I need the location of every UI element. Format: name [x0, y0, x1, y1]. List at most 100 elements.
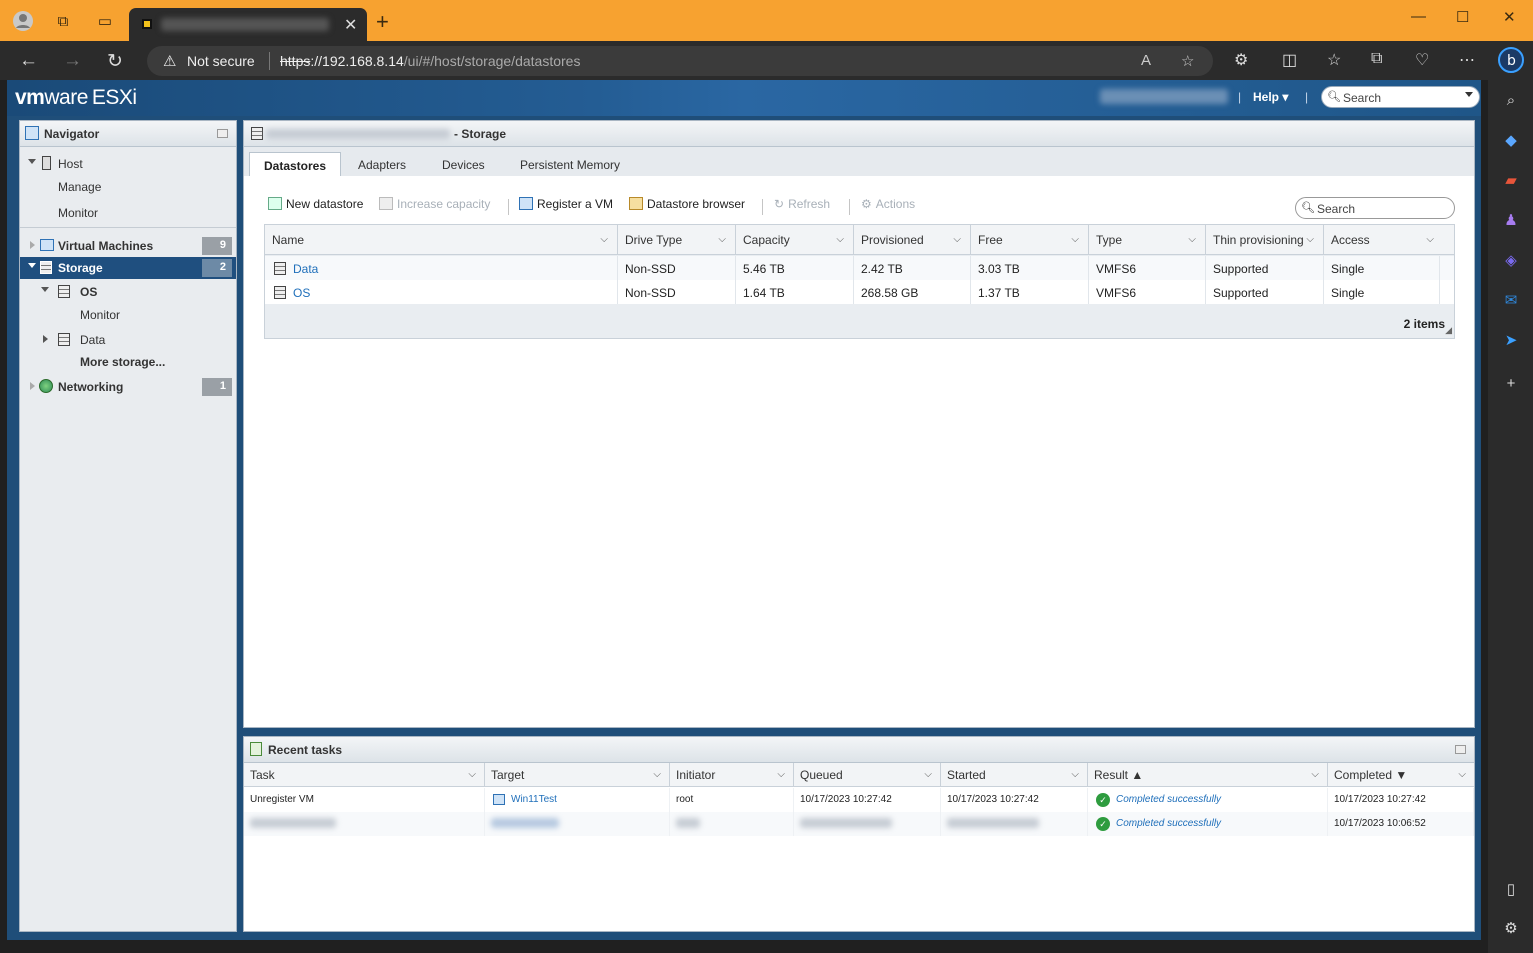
- sidebar-games-icon[interactable]: ♟: [1500, 210, 1522, 232]
- chevron-down-icon[interactable]: ⌵: [1426, 234, 1434, 245]
- resize-handle-icon[interactable]: ◢: [1445, 325, 1452, 336]
- vmware-esxi-logo[interactable]: vmware ESXi: [15, 86, 137, 110]
- bing-copilot-icon[interactable]: b: [1498, 47, 1524, 78]
- task-target-link[interactable]: Win11Test: [485, 788, 670, 812]
- column-header-queued[interactable]: Queued ⌵: [794, 763, 941, 787]
- chevron-down-icon[interactable]: ⌵: [836, 234, 844, 245]
- column-header-drive-type[interactable]: Drive Type ⌵: [618, 225, 736, 255]
- collapse-panel-icon[interactable]: [217, 129, 228, 138]
- performance-icon[interactable]: ♡: [1415, 50, 1429, 70]
- column-header-thin-provisioning[interactable]: Thin provisioning ⌵: [1206, 225, 1324, 255]
- nav-item-more-storage[interactable]: More storage...: [20, 351, 236, 373]
- column-header-provisioned[interactable]: Provisioned ⌵: [854, 225, 971, 255]
- sidebar-office-icon[interactable]: ◈: [1500, 250, 1522, 272]
- column-header-started[interactable]: Started ⌵: [941, 763, 1088, 787]
- increase-capacity-button[interactable]: Increase capacity: [379, 197, 490, 211]
- tab-devices[interactable]: Devices: [428, 152, 499, 176]
- table-row[interactable]: Data Non-SSD 5.46 TB 2.42 TB 3.03 TB VMF…: [265, 256, 1454, 280]
- chevron-down-icon[interactable]: ⌵: [1311, 769, 1319, 780]
- global-search-input[interactable]: 🔍︎ Search: [1321, 86, 1480, 108]
- nav-item-host[interactable]: Host: [20, 153, 236, 175]
- nav-item-manage[interactable]: Manage: [20, 176, 236, 198]
- workspaces-icon[interactable]: ⧉: [52, 10, 74, 32]
- browser-tab-active[interactable]: ✕: [129, 8, 367, 41]
- datastore-name-link[interactable]: OS: [265, 280, 618, 304]
- chevron-down-icon[interactable]: ⌵: [468, 769, 476, 780]
- tab-persistent-memory[interactable]: Persistent Memory: [506, 152, 634, 176]
- help-menu[interactable]: Help ▾: [1253, 90, 1288, 104]
- back-icon[interactable]: ←: [19, 50, 38, 72]
- chevron-down-icon[interactable]: ⌵: [718, 234, 726, 245]
- column-header-result[interactable]: Result ▲ ⌵: [1088, 763, 1328, 787]
- new-datastore-button[interactable]: New datastore: [268, 197, 363, 211]
- search-dropdown-icon[interactable]: [1465, 92, 1473, 97]
- read-aloud-icon[interactable]: A: [1141, 52, 1151, 69]
- favorite-star-icon[interactable]: ☆: [1181, 52, 1194, 70]
- address-bar[interactable]: ⚠ Not secure https://192.168.8.14/ui/#/h…: [147, 46, 1213, 76]
- window-close-icon[interactable]: ✕: [1503, 8, 1516, 26]
- chevron-down-icon[interactable]: ⌵: [1071, 234, 1079, 245]
- nav-item-os[interactable]: OS: [20, 281, 236, 303]
- sidebar-search-icon[interactable]: ⌕: [1500, 90, 1522, 112]
- expand-arrow-icon[interactable]: [43, 335, 48, 343]
- task-row[interactable]: ✓ Completed successfully 10/17/2023 10:06…: [244, 812, 1474, 836]
- expand-arrow-icon[interactable]: [28, 159, 36, 164]
- nav-item-monitor[interactable]: Monitor: [20, 202, 236, 224]
- task-row[interactable]: Unregister VM Win11Test root 10/17/2023 …: [244, 788, 1474, 812]
- split-screen-icon[interactable]: ◫: [1282, 50, 1297, 70]
- sidebar-tools-icon[interactable]: ▰: [1500, 170, 1522, 192]
- chevron-down-icon[interactable]: ⌵: [1458, 769, 1466, 780]
- column-header-access[interactable]: Access ⌵: [1324, 225, 1454, 255]
- tab-adapters[interactable]: Adapters: [344, 152, 420, 176]
- chevron-down-icon[interactable]: ⌵: [953, 234, 961, 245]
- datastore-browser-button[interactable]: Datastore browser: [629, 197, 745, 211]
- expand-arrow-icon[interactable]: [30, 382, 35, 390]
- column-header-type[interactable]: Type ⌵: [1089, 225, 1206, 255]
- tab-close-icon[interactable]: ✕: [344, 15, 357, 35]
- sidebar-outlook-icon[interactable]: ✉: [1500, 290, 1522, 312]
- column-header-capacity[interactable]: Capacity ⌵: [736, 225, 854, 255]
- table-row[interactable]: OS Non-SSD 1.64 TB 268.58 GB 1.37 TB VMF…: [265, 280, 1454, 304]
- column-header-task[interactable]: Task ⌵: [244, 763, 485, 787]
- forward-icon[interactable]: →: [63, 50, 82, 72]
- sidebar-shopping-icon[interactable]: ◆: [1500, 130, 1522, 152]
- chevron-down-icon[interactable]: ⌵: [924, 769, 932, 780]
- nav-item-networking[interactable]: Networking 1: [20, 376, 236, 398]
- chevron-down-icon[interactable]: ⌵: [1306, 234, 1314, 245]
- sidebar-add-icon[interactable]: +: [1500, 373, 1522, 395]
- chevron-down-icon[interactable]: ⌵: [1071, 769, 1079, 780]
- nav-item-data[interactable]: Data: [20, 329, 236, 351]
- chevron-down-icon[interactable]: ⌵: [600, 234, 608, 245]
- extensions-icon[interactable]: ⚙: [1234, 50, 1248, 70]
- warning-icon[interactable]: ⚠: [163, 52, 176, 70]
- nav-item-storage[interactable]: Storage 2: [20, 257, 236, 279]
- sidebar-send-icon[interactable]: ➤: [1500, 330, 1522, 352]
- expand-arrow-icon[interactable]: [41, 287, 49, 292]
- column-header-name[interactable]: Name ⌵: [265, 225, 618, 255]
- column-header-initiator[interactable]: Initiator ⌵: [670, 763, 794, 787]
- chevron-down-icon[interactable]: ⌵: [777, 769, 785, 780]
- sidebar-layout-icon[interactable]: ▯: [1500, 879, 1522, 901]
- minimize-icon[interactable]: —: [1411, 8, 1426, 25]
- maximize-icon[interactable]: ☐: [1456, 8, 1469, 26]
- datastore-search-input[interactable]: 🔍︎ Search: [1295, 197, 1455, 219]
- sidebar-settings-icon[interactable]: ⚙: [1500, 918, 1522, 940]
- new-tab-icon[interactable]: +: [376, 11, 389, 33]
- column-header-completed[interactable]: Completed ▼ ⌵: [1328, 763, 1474, 787]
- actions-button[interactable]: ⚙ Actions: [861, 197, 915, 211]
- reload-icon[interactable]: ↻: [107, 50, 123, 73]
- register-vm-button[interactable]: Register a VM: [519, 197, 613, 211]
- url-text[interactable]: https://192.168.8.14/ui/#/host/storage/d…: [280, 53, 580, 69]
- datastore-name-link[interactable]: Data: [265, 256, 618, 280]
- collections-icon[interactable]: ⧉: [1371, 50, 1382, 68]
- profile-icon[interactable]: [12, 10, 34, 32]
- chevron-down-icon[interactable]: ⌵: [653, 769, 661, 780]
- favorites-icon[interactable]: ☆: [1327, 50, 1341, 70]
- tab-datastores[interactable]: Datastores: [249, 152, 342, 176]
- column-header-target[interactable]: Target ⌵: [485, 763, 670, 787]
- nav-item-virtual-machines[interactable]: Virtual Machines 9: [20, 235, 236, 257]
- nav-item-os-monitor[interactable]: Monitor: [20, 304, 236, 326]
- user-menu-redacted[interactable]: [1100, 89, 1228, 104]
- security-label[interactable]: Not secure: [187, 53, 255, 69]
- expand-arrow-icon[interactable]: [28, 263, 36, 268]
